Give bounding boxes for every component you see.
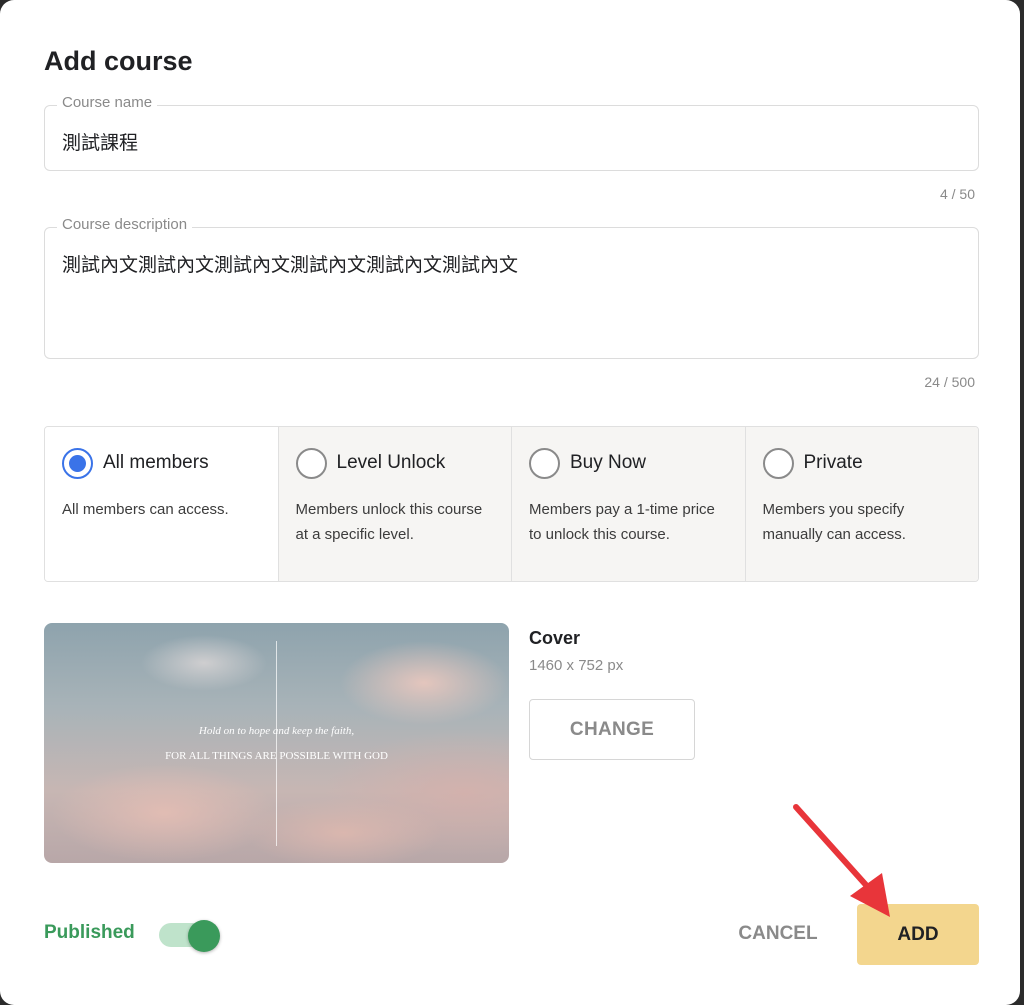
radio-unselected-icon[interactable] xyxy=(762,448,794,479)
published-label: Published xyxy=(44,922,135,943)
course-description-label: Course description xyxy=(57,216,193,233)
access-option-description: Members you specify manually can access. xyxy=(762,501,906,543)
access-option-label: Buy Now xyxy=(570,452,647,473)
cover-image-caption-1: Hold on to hope and keep the faith, xyxy=(198,725,355,737)
access-option-private[interactable]: Private Members you specify manually can… xyxy=(744,427,978,581)
radio-unselected-icon[interactable] xyxy=(295,448,327,479)
toggle-knob[interactable] xyxy=(188,920,220,952)
access-option-buy-now[interactable]: Buy Now Members pay a 1-time price to un… xyxy=(511,427,745,581)
course-description-counter: 24 / 500 xyxy=(924,374,975,390)
course-name-label: Course name xyxy=(57,94,158,111)
cancel-button[interactable]: CANCEL xyxy=(722,912,834,956)
radio-unselected-icon[interactable] xyxy=(529,448,560,479)
access-option-description: Members unlock this course at a specific… xyxy=(295,501,483,543)
dialog-title: Add course xyxy=(44,46,193,76)
course-name-input[interactable]: 測試課程 xyxy=(62,128,138,155)
access-option-description: Members pay a 1-time price to unlock thi… xyxy=(529,501,715,543)
cover-image: Hold on to hope and keep the faith, FOR … xyxy=(44,623,509,863)
course-description-input[interactable]: 測試內文測試內文測試內文測試內文測試內文測試內文 xyxy=(62,250,518,277)
cover-size: 1460 x 752 px xyxy=(529,657,624,674)
course-description-field[interactable]: Course description 測試內文測試內文測試內文測試內文測試內文測… xyxy=(44,216,979,359)
access-option-level-unlock[interactable]: Level Unlock Members unlock this course … xyxy=(277,427,511,581)
add-course-dialog: Add course Course name 測試課程 4 / 50 Cours… xyxy=(0,0,1020,1005)
access-option-label: Private xyxy=(803,452,863,473)
add-button[interactable]: ADD xyxy=(857,904,979,965)
cover-image-caption-2: FOR ALL THINGS ARE POSSIBLE WITH GOD xyxy=(165,750,388,762)
access-option-description: All members can access. xyxy=(62,501,229,518)
course-name-counter: 4 / 50 xyxy=(939,186,975,202)
cover-title: Cover xyxy=(529,628,581,648)
course-name-field[interactable]: Course name 測試課程 xyxy=(44,94,979,171)
access-options: All members All members can access. Leve… xyxy=(44,426,979,582)
change-cover-button[interactable]: CHANGE xyxy=(529,699,695,760)
access-option-label: All members xyxy=(103,452,209,473)
cover-divider-line xyxy=(276,641,277,846)
radio-selected-icon[interactable] xyxy=(62,448,93,479)
published-toggle[interactable] xyxy=(159,920,221,952)
access-option-label: Level Unlock xyxy=(336,452,446,473)
access-option-all-members[interactable]: All members All members can access. xyxy=(45,427,278,581)
